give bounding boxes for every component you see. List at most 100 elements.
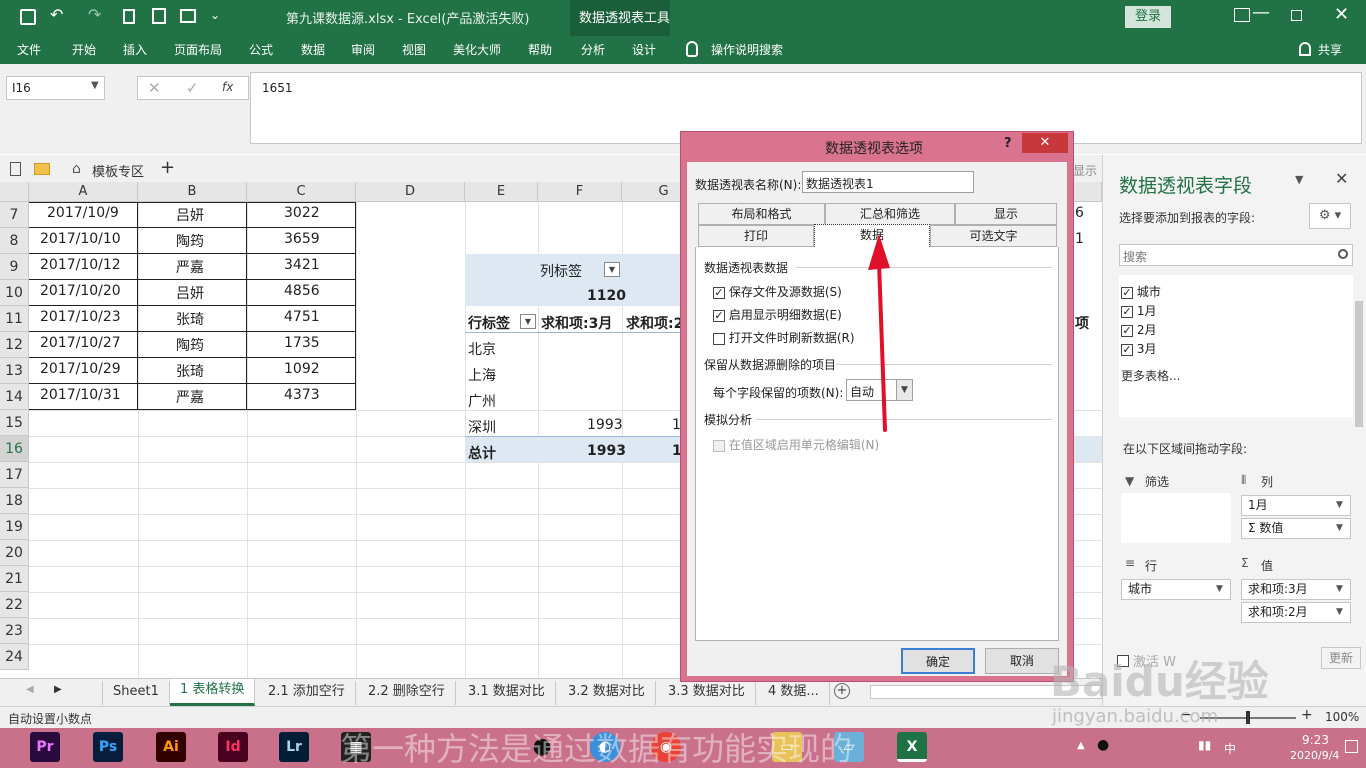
tab-formulas[interactable]: 公式 (249, 41, 273, 58)
row-field-item[interactable]: 城市 ▼ (1121, 579, 1231, 600)
tab-insert[interactable]: 插入 (123, 41, 147, 58)
cell-amount[interactable]: 3421 (284, 257, 320, 273)
value-field-item[interactable]: 求和项:2月 ▼ (1241, 602, 1351, 623)
cell-amount[interactable]: 3659 (284, 231, 320, 247)
field-checkbox-jan[interactable]: ✓ 1月 (1121, 302, 1156, 319)
checkbox-icon[interactable]: ✓ (1121, 324, 1133, 337)
row-header-24[interactable]: 24 (0, 644, 29, 670)
name-box-dropdown-icon[interactable]: ▼ (91, 80, 99, 91)
tab-analyze[interactable]: 分析 (581, 41, 605, 58)
checkbox-icon[interactable]: ✓ (1121, 305, 1133, 318)
folder-icon[interactable] (34, 163, 50, 175)
cell-date[interactable]: 2017/10/10 (40, 231, 121, 247)
column-header-e[interactable]: E (465, 182, 538, 202)
tab-beautify[interactable]: 美化大师 (453, 41, 501, 58)
sheet-tab[interactable]: Sheet1 (102, 681, 170, 705)
row-header-19[interactable]: 19 (0, 514, 29, 540)
new-file-icon[interactable] (123, 9, 135, 24)
excel-taskbar-icon[interactable]: X (897, 732, 927, 762)
update-button[interactable]: 更新 (1321, 647, 1361, 669)
clock-date[interactable]: 2020/9/4 (1290, 749, 1339, 762)
row-header-13[interactable]: 13 (0, 358, 29, 384)
row-header-15[interactable]: 15 (0, 410, 29, 436)
cell-amount[interactable]: 4856 (284, 283, 320, 299)
cell-amount[interactable]: 1735 (284, 335, 320, 351)
row-header-18[interactable]: 18 (0, 488, 29, 514)
sheet-tab[interactable]: 3.1 数据对比 (458, 681, 556, 705)
illustrator-icon[interactable]: Ai (156, 732, 186, 762)
print-preview-icon[interactable] (152, 8, 166, 24)
value-field-item[interactable]: 求和项:3月 ▼ (1241, 579, 1351, 600)
dialog-help-button[interactable]: ? (1004, 136, 1012, 151)
column-header-d[interactable]: D (356, 182, 465, 202)
premiere-icon[interactable]: Pr (30, 732, 60, 762)
pivot-name-input[interactable]: 数据透视表1 (802, 171, 974, 193)
tab-help[interactable]: 帮助 (528, 41, 552, 58)
cell-name[interactable]: 张琦 (176, 309, 204, 329)
cancel-button[interactable]: 取消 (985, 648, 1059, 674)
redo-icon[interactable]: ↷ (88, 5, 101, 24)
cell-amount[interactable]: 1092 (284, 361, 320, 377)
scroll-prev-sheet-icon[interactable]: ◀ (26, 684, 34, 695)
pivot-row-city[interactable]: 深圳 (468, 417, 496, 437)
column-header-b[interactable]: B (138, 182, 247, 202)
cell-amount[interactable]: 4373 (284, 387, 320, 403)
panel-options-dropdown-icon[interactable]: ▼ (1295, 173, 1303, 186)
row-header-7[interactable]: 7 (0, 202, 29, 228)
tab-home[interactable]: 开始 (72, 41, 96, 58)
lightroom-icon[interactable]: Lr (279, 732, 309, 762)
column-field-item[interactable]: 1月 ▼ (1241, 495, 1351, 516)
field-checkbox-mar[interactable]: ✓ 3月 (1121, 340, 1156, 357)
clock-time[interactable]: 9:23 (1302, 733, 1329, 747)
save-source-option[interactable]: ✓ 保存文件及源数据(S) (713, 283, 842, 300)
customize-qat-icon[interactable]: ⌄ (210, 8, 220, 22)
cell-name[interactable]: 张琦 (176, 361, 204, 381)
save-icon[interactable] (20, 9, 36, 25)
refresh-on-open-option[interactable]: 打开文件时刷新数据(R) (713, 329, 855, 346)
tab-review[interactable]: 审阅 (351, 41, 375, 58)
dropdown-icon[interactable]: ▼ (1336, 519, 1343, 538)
cell-date[interactable]: 2017/10/20 (40, 283, 121, 299)
column-header-a[interactable]: A (29, 182, 138, 202)
tell-me-search[interactable]: 操作说明搜索 (711, 41, 783, 58)
column-filter-dropdown-icon[interactable]: ▼ (604, 262, 620, 277)
panel-scrollbar[interactable] (1355, 301, 1363, 427)
field-search-input[interactable]: 搜索 (1119, 244, 1353, 266)
ok-button[interactable]: 确定 (901, 648, 975, 674)
column-header-c[interactable]: C (247, 182, 356, 202)
tab-page-layout[interactable]: 页面布局 (174, 41, 222, 58)
close-icon[interactable]: ✕ (1334, 4, 1349, 25)
row-header-14[interactable]: 14 (0, 384, 29, 410)
sheet-tab[interactable]: 3.3 数据对比 (658, 681, 756, 705)
dropdown-icon[interactable]: ▼ (1336, 580, 1343, 599)
tab-display[interactable]: 显示 (955, 203, 1057, 225)
pivot-value-shenzhen[interactable]: 1993 (587, 417, 623, 433)
tray-qq-icon[interactable]: ● (1097, 737, 1109, 753)
tab-alt-text[interactable]: 可选文字 (930, 225, 1057, 247)
scroll-next-sheet-icon[interactable]: ▶ (54, 684, 62, 695)
row-header-20[interactable]: 20 (0, 540, 29, 566)
checkbox-icon[interactable]: ✓ (713, 309, 725, 322)
dropdown-icon[interactable]: ▼ (1216, 580, 1223, 599)
zoom-in-icon[interactable]: + (1301, 707, 1313, 723)
cell-amount[interactable]: 4751 (284, 309, 320, 325)
cell-date[interactable]: 2017/10/23 (40, 309, 121, 325)
panel-close-icon[interactable]: ✕ (1335, 169, 1348, 188)
cell-name[interactable]: 陶筠 (176, 335, 204, 355)
row-header-16[interactable]: 16 (0, 436, 29, 462)
cell-name[interactable]: 吕妍 (176, 283, 204, 303)
tray-network-icon[interactable]: ▮▮ (1198, 738, 1211, 752)
dropdown-icon[interactable]: ▼ (1336, 603, 1343, 622)
tab-layout-format[interactable]: 布局和格式 (698, 203, 825, 225)
zoom-slider-thumb[interactable] (1246, 711, 1250, 724)
sheet-tab[interactable]: 3.2 数据对比 (558, 681, 656, 705)
add-sheet-icon[interactable]: + (834, 683, 850, 699)
column-header-f[interactable]: F (538, 182, 622, 202)
row-header-8[interactable]: 8 (0, 228, 29, 254)
row-header-21[interactable]: 21 (0, 566, 29, 592)
sheet-tab[interactable]: 4 数据... (758, 681, 830, 705)
row-header-10[interactable]: 10 (0, 280, 29, 306)
indesign-icon[interactable]: Id (218, 732, 248, 762)
pivot-row-city[interactable]: 广州 (468, 391, 496, 411)
select-all-corner[interactable] (0, 182, 29, 202)
